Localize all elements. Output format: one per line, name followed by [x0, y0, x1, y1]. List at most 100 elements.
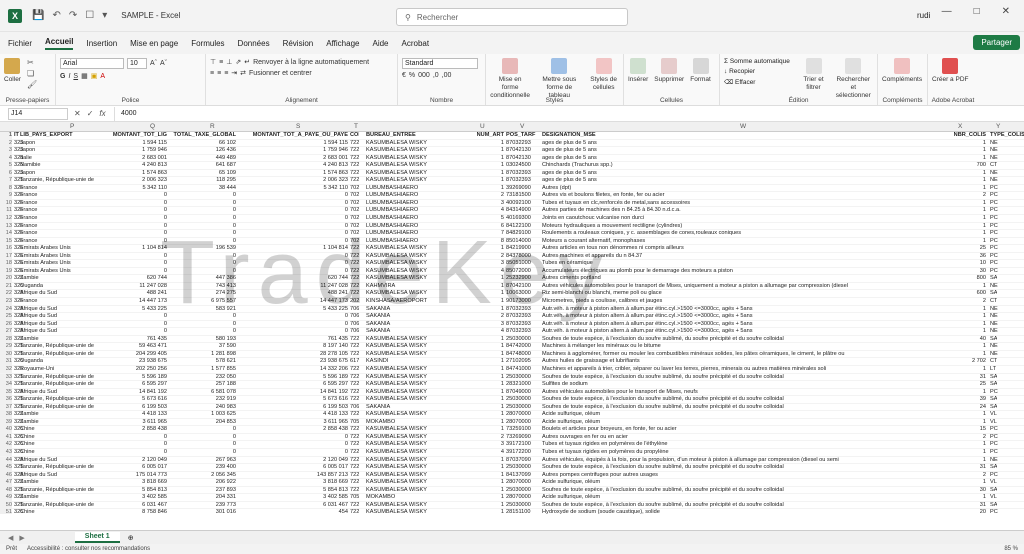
table-row[interactable]: 40325Chine2 858 43802 858 438722BKASUMBA… [0, 426, 1024, 434]
cell[interactable]: IT [14, 132, 19, 140]
cell[interactable]: 722B [350, 389, 359, 397]
cell[interactable]: NE [990, 177, 998, 185]
row-number[interactable]: 27 [0, 328, 12, 336]
cell[interactable]: PC [990, 230, 998, 238]
cell[interactable]: LUBUMBASHIAERO [366, 200, 466, 208]
cell[interactable]: 73269090 [506, 434, 540, 442]
cell[interactable]: Afrique du Sud [20, 290, 112, 298]
prev-sheet-icon[interactable]: ◀ [8, 534, 13, 542]
cell[interactable]: 87032393 [506, 170, 540, 178]
worksheet[interactable]: P Q R S T U V W X Y 1 IT LIB_PAYS_EXPORT MO… [0, 122, 1024, 514]
cell[interactable]: Zambie [20, 419, 112, 427]
cell[interactable]: LIB_PAYS_EXPORT [20, 132, 112, 140]
cell[interactable]: NE [990, 170, 998, 178]
cell[interactable]: SA [990, 336, 997, 344]
tab-fichier[interactable]: Fichier [8, 39, 32, 48]
cell[interactable]: Autres véhicules automobiles pour le tra… [542, 389, 942, 397]
cell[interactable]: 28 278 105 [238, 351, 348, 359]
cell[interactable]: 4 240 813 [112, 162, 167, 170]
row-number[interactable]: 22 [0, 290, 12, 298]
row-number[interactable]: 21 [0, 282, 12, 291]
cell[interactable]: Tanzanie, République-unie de [20, 374, 112, 382]
cell[interactable]: 30 [942, 268, 986, 276]
cell[interactable]: VL [990, 479, 997, 487]
table-row[interactable]: 46 325 Afrique du Sud 175 014 773 2 056 345 1… [0, 471, 1024, 480]
cell[interactable]: 4 [466, 328, 504, 336]
cell[interactable]: Soufres de toute espèce, à l'exclusion d… [542, 374, 942, 382]
cell[interactable]: 2 [466, 192, 504, 200]
cell[interactable]: 1 [942, 215, 986, 223]
header-row[interactable]: 1 IT LIB_PAYS_EXPORT MONTANT_TOT_LIG TOTAL_T… [0, 132, 1024, 140]
cell[interactable]: 0 [112, 434, 167, 442]
cell[interactable]: 454 [238, 509, 348, 514]
cell[interactable]: 25030000 [506, 487, 540, 495]
align-right-icon[interactable]: ≡ [224, 70, 228, 77]
cell[interactable]: 36 [942, 253, 986, 261]
table-row[interactable]: 34 325 Tanzanie, République-unie de 6 595 2… [0, 381, 1024, 389]
cell[interactable]: 1 [466, 162, 504, 170]
row-number[interactable]: 41 [0, 433, 12, 442]
next-sheet-icon[interactable]: ▶ [19, 534, 24, 542]
cell[interactable]: 1 [466, 170, 504, 178]
customize-icon[interactable]: ▾ [102, 10, 107, 21]
align-bottom-icon[interactable]: ⊥ [226, 58, 232, 66]
cell[interactable]: 39 [942, 396, 986, 404]
cell[interactable]: 237 893 [168, 487, 236, 495]
cell[interactable]: 1 [942, 313, 986, 321]
cell[interactable]: SAKANIA [366, 328, 466, 336]
row-number[interactable]: 19 [0, 267, 12, 276]
cell[interactable]: 0 [168, 207, 236, 215]
cell[interactable]: NE [990, 343, 998, 351]
cell[interactable]: PC [990, 389, 998, 397]
cell[interactable]: France [20, 192, 112, 200]
merge-icon[interactable]: ⇄ [240, 69, 246, 77]
cell[interactable]: 1 [942, 366, 986, 374]
table-row[interactable]: 33 325 Tanzanie, République-unie de 5 596 1… [0, 373, 1024, 382]
cell[interactable]: NUM_ART [466, 132, 504, 140]
delete-button[interactable]: Supprimer [654, 58, 684, 84]
cell[interactable]: 1 [466, 336, 504, 344]
cell[interactable]: 0 [168, 426, 236, 434]
cell[interactable]: 73181500 [506, 192, 540, 200]
cell[interactable]: 1 [466, 464, 504, 472]
cell[interactable]: 1 [466, 479, 504, 487]
touch-mode-icon[interactable]: ☐ [85, 10, 94, 21]
cell[interactable]: VL [990, 419, 997, 427]
row-number[interactable]: 26 [0, 320, 12, 329]
row-number[interactable]: 49 [0, 494, 12, 502]
cell[interactable]: 0 [238, 200, 348, 208]
cell[interactable]: SA [990, 464, 997, 472]
column-header[interactable]: T [354, 123, 358, 130]
table-row[interactable]: 44 325 Afrique du Sud 2 120 049 267 963 2 120… [0, 456, 1024, 465]
cell[interactable]: Autres véhicules, équipés à la fois, pou… [542, 457, 942, 465]
cell[interactable]: MONTANT_TOT_A_PAYE_OU_PAYE [238, 132, 348, 140]
cell[interactable]: 28151100 [506, 509, 540, 514]
cell[interactable]: 3 611 965 [112, 419, 167, 427]
row-number[interactable]: 18 [0, 260, 12, 268]
cell[interactable]: PC [990, 192, 998, 200]
cell[interactable]: 39172200 [506, 449, 540, 457]
cell[interactable]: MOKAMBO [366, 419, 466, 427]
cell[interactable]: 722B [350, 502, 359, 510]
table-row[interactable]: 32 325 Royaume-Uni 202 250 256 1 577 855 14 3… [0, 365, 1024, 374]
column-header[interactable]: S [296, 123, 300, 130]
increase-font-icon[interactable]: Aˆ [150, 60, 157, 67]
italic-icon[interactable]: I [68, 73, 70, 80]
cell[interactable]: 87037090 [506, 457, 540, 465]
cell[interactable]: 0 [168, 328, 236, 336]
formula-input[interactable]: 4000 [114, 106, 1024, 121]
cell[interactable]: 30 [942, 487, 986, 495]
cell[interactable]: 0 [238, 328, 348, 336]
cell[interactable]: 722B [350, 396, 359, 404]
cell[interactable]: 25030000 [506, 464, 540, 472]
table-row[interactable]: 45 325 Tanzanie, République-unie de 6 005 0… [0, 464, 1024, 472]
row-number[interactable]: 40 [0, 426, 12, 434]
cell[interactable]: BUREAU_ENTREE [366, 132, 466, 140]
cell[interactable]: 87049000 [506, 389, 540, 397]
cell[interactable]: 1 [466, 185, 504, 193]
cell[interactable]: Emirats Arabes Unis [20, 260, 112, 268]
cell[interactable]: 800 [942, 275, 986, 283]
cell[interactable]: Soufres de toute espèce, à l'exclusion d… [542, 487, 942, 495]
cell[interactable]: 39172100 [506, 441, 540, 449]
row-number[interactable]: 30 [0, 350, 12, 359]
